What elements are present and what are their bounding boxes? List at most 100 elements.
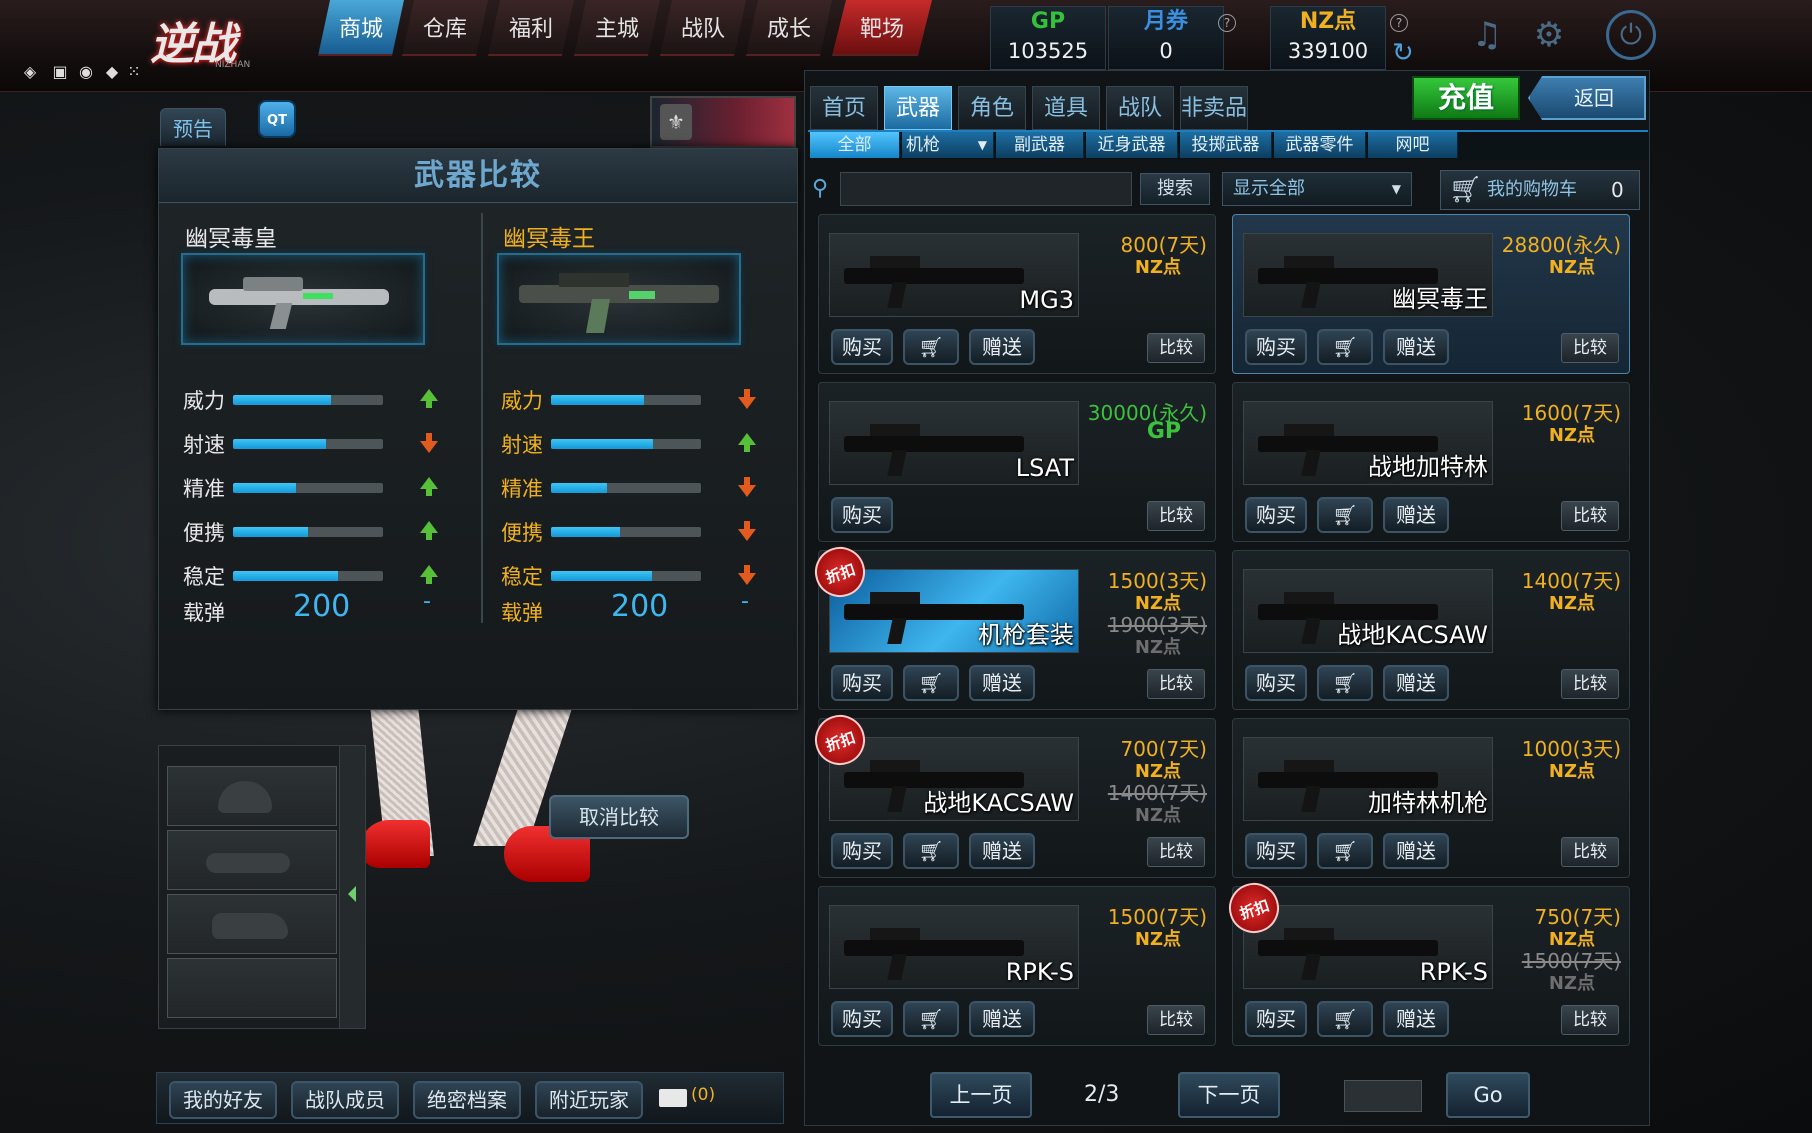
next-page-button[interactable]: 下一页: [1178, 1072, 1280, 1118]
buy-button[interactable]: 购买: [1245, 329, 1307, 365]
gift-button[interactable]: 赠送: [1383, 329, 1449, 365]
gem-icon[interactable]: ◆: [102, 62, 122, 82]
add-to-cart-button[interactable]: 🛒︎: [1317, 833, 1373, 869]
badge-icon[interactable]: ▣: [50, 62, 70, 82]
compare-button[interactable]: 比较: [1561, 837, 1619, 867]
goggles-slot[interactable]: [167, 830, 337, 890]
gift-button[interactable]: 赠送: [969, 833, 1035, 869]
buy-button[interactable]: 购买: [1245, 665, 1307, 701]
tab-items[interactable]: 道具: [1032, 86, 1100, 130]
add-to-cart-button[interactable]: 🛒︎: [903, 833, 959, 869]
compare-button[interactable]: 比较: [1147, 501, 1205, 531]
buy-button[interactable]: 购买: [831, 497, 893, 533]
mask-slot[interactable]: [167, 894, 337, 954]
tab-not-for-sale[interactable]: 非卖品: [1180, 86, 1248, 130]
product-card[interactable]: 加特林机枪 1000(3天) NZ点 购买 🛒︎ 赠送 比较: [1232, 718, 1630, 878]
add-to-cart-button[interactable]: 🛒︎: [1317, 329, 1373, 365]
gift-button[interactable]: 赠送: [1383, 1001, 1449, 1037]
subtab-machine-gun-dropdown[interactable]: 机枪 ▼: [902, 132, 994, 158]
subtab-secondary[interactable]: 副武器: [996, 132, 1084, 158]
friends-button[interactable]: 我的好友: [169, 1081, 277, 1119]
buy-button[interactable]: 购买: [831, 1001, 893, 1037]
compare-button[interactable]: 比较: [1561, 333, 1619, 363]
compare-button[interactable]: 比较: [1147, 1005, 1205, 1035]
product-card[interactable]: 战地KACSAW 1400(7天) NZ点 购买 🛒︎ 赠送 比较: [1232, 550, 1630, 710]
search-input[interactable]: [840, 172, 1132, 206]
product-card[interactable]: MG3 800(7天) NZ点 购买 🛒︎ 赠送 比较: [818, 214, 1216, 374]
player-avatar[interactable]: ⚜: [650, 96, 796, 148]
product-card[interactable]: LSAT 30000(永久) GP 购买 比较: [818, 382, 1216, 542]
empty-slot[interactable]: [167, 958, 337, 1018]
compare-button[interactable]: 比较: [1561, 1005, 1619, 1035]
product-card[interactable]: RPK-S 750(7天) NZ点 1500(7天) NZ点 折扣 购买 🛒︎ 赠送 比较: [1222, 876, 1630, 1046]
page-number-input[interactable]: [1344, 1080, 1422, 1112]
nav-shooting-range[interactable]: 靶场: [832, 0, 932, 56]
buy-button[interactable]: 购买: [831, 833, 893, 869]
compare-button[interactable]: 比较: [1147, 669, 1205, 699]
search-button[interactable]: 搜索: [1140, 173, 1210, 205]
add-to-cart-button[interactable]: 🛒︎: [1317, 665, 1373, 701]
add-to-cart-button[interactable]: 🛒︎: [1317, 1001, 1373, 1037]
buy-button[interactable]: 购买: [1245, 833, 1307, 869]
shield-icon[interactable]: ◈: [20, 62, 40, 82]
music-icon[interactable]: ♫: [1462, 10, 1512, 60]
buy-button[interactable]: 购买: [1245, 497, 1307, 533]
subtab-melee[interactable]: 近身武器: [1086, 132, 1178, 158]
power-icon[interactable]: ⏻: [1606, 10, 1656, 60]
tab-home[interactable]: 首页: [810, 86, 878, 130]
product-card[interactable]: 战地KACSAW 700(7天) NZ点 1400(7天) NZ点 折扣 购买 🛒︎ 赠送 比较: [808, 708, 1216, 878]
gift-button[interactable]: 赠送: [969, 1001, 1035, 1037]
buy-button[interactable]: 购买: [831, 665, 893, 701]
nearby-players-button[interactable]: 附近玩家: [535, 1081, 643, 1119]
gift-button[interactable]: 赠送: [1383, 665, 1449, 701]
product-card[interactable]: 幽冥毒王 28800(永久) NZ点 购买 🛒︎ 赠送 比较: [1232, 214, 1630, 374]
cart-button[interactable]: 🛒︎ 我的购物车 0: [1440, 170, 1640, 210]
helmet-slot[interactable]: [167, 766, 337, 826]
tab-clan[interactable]: 战队: [1106, 86, 1174, 130]
topup-button[interactable]: 充值: [1412, 76, 1520, 120]
subtab-parts[interactable]: 武器零件: [1274, 132, 1366, 158]
clan-members-button[interactable]: 战队成员: [291, 1081, 399, 1119]
compare-button[interactable]: 比较: [1147, 837, 1205, 867]
settings-icon[interactable]: ⚙: [1524, 10, 1574, 60]
mail-icon[interactable]: [659, 1089, 687, 1107]
refresh-icon[interactable]: ↻: [1392, 38, 1414, 68]
add-to-cart-button[interactable]: 🛒︎: [903, 329, 959, 365]
subtab-all[interactable]: 全部: [810, 132, 900, 158]
collapse-arrow-icon[interactable]: [348, 886, 356, 902]
compare-button[interactable]: 比较: [1561, 501, 1619, 531]
cancel-compare-button[interactable]: 取消比较: [549, 795, 689, 839]
compare-button[interactable]: 比较: [1147, 333, 1205, 363]
gift-button[interactable]: 赠送: [1383, 833, 1449, 869]
preview-tab[interactable]: 预告: [160, 108, 226, 146]
nav-warehouse[interactable]: 仓库: [402, 0, 488, 56]
slots-scrollbar[interactable]: [339, 746, 365, 1028]
tab-weapons[interactable]: 武器: [884, 86, 952, 130]
nav-clan[interactable]: 战队: [660, 0, 746, 56]
add-to-cart-button[interactable]: 🛒︎: [903, 665, 959, 701]
help-icon[interactable]: ?: [1218, 14, 1236, 32]
nav-shop[interactable]: 商城: [318, 0, 404, 56]
gift-button[interactable]: 赠送: [1383, 497, 1449, 533]
grid-icon[interactable]: ⁙: [124, 62, 144, 82]
display-filter-select[interactable]: 显示全部 ▼: [1222, 172, 1412, 206]
add-to-cart-button[interactable]: 🛒︎: [903, 1001, 959, 1037]
help-icon[interactable]: ?: [1390, 14, 1408, 32]
qt-icon[interactable]: QT: [258, 100, 296, 138]
buy-button[interactable]: 购买: [1245, 1001, 1307, 1037]
subtab-throwing[interactable]: 投掷武器: [1180, 132, 1272, 158]
tab-characters[interactable]: 角色: [958, 86, 1026, 130]
buy-button[interactable]: 购买: [831, 329, 893, 365]
chat-icon[interactable]: ◉: [76, 62, 96, 82]
compare-button[interactable]: 比较: [1561, 669, 1619, 699]
product-card[interactable]: 机枪套装 1500(3天) NZ点 1900(3天) NZ点 折扣 购买 🛒︎ 赠送 比较: [808, 540, 1216, 710]
gift-button[interactable]: 赠送: [969, 665, 1035, 701]
add-to-cart-button[interactable]: 🛒︎: [1317, 497, 1373, 533]
subtab-netcafe[interactable]: 网吧: [1368, 132, 1458, 158]
nav-growth[interactable]: 成长: [746, 0, 832, 56]
product-card[interactable]: RPK-S 1500(7天) NZ点 购买 🛒︎ 赠送 比较: [818, 886, 1216, 1046]
gift-button[interactable]: 赠送: [969, 329, 1035, 365]
product-card[interactable]: 战地加特林 1600(7天) NZ点 购买 🛒︎ 赠送 比较: [1232, 382, 1630, 542]
prev-page-button[interactable]: 上一页: [930, 1072, 1032, 1118]
secret-files-button[interactable]: 绝密档案: [413, 1081, 521, 1119]
